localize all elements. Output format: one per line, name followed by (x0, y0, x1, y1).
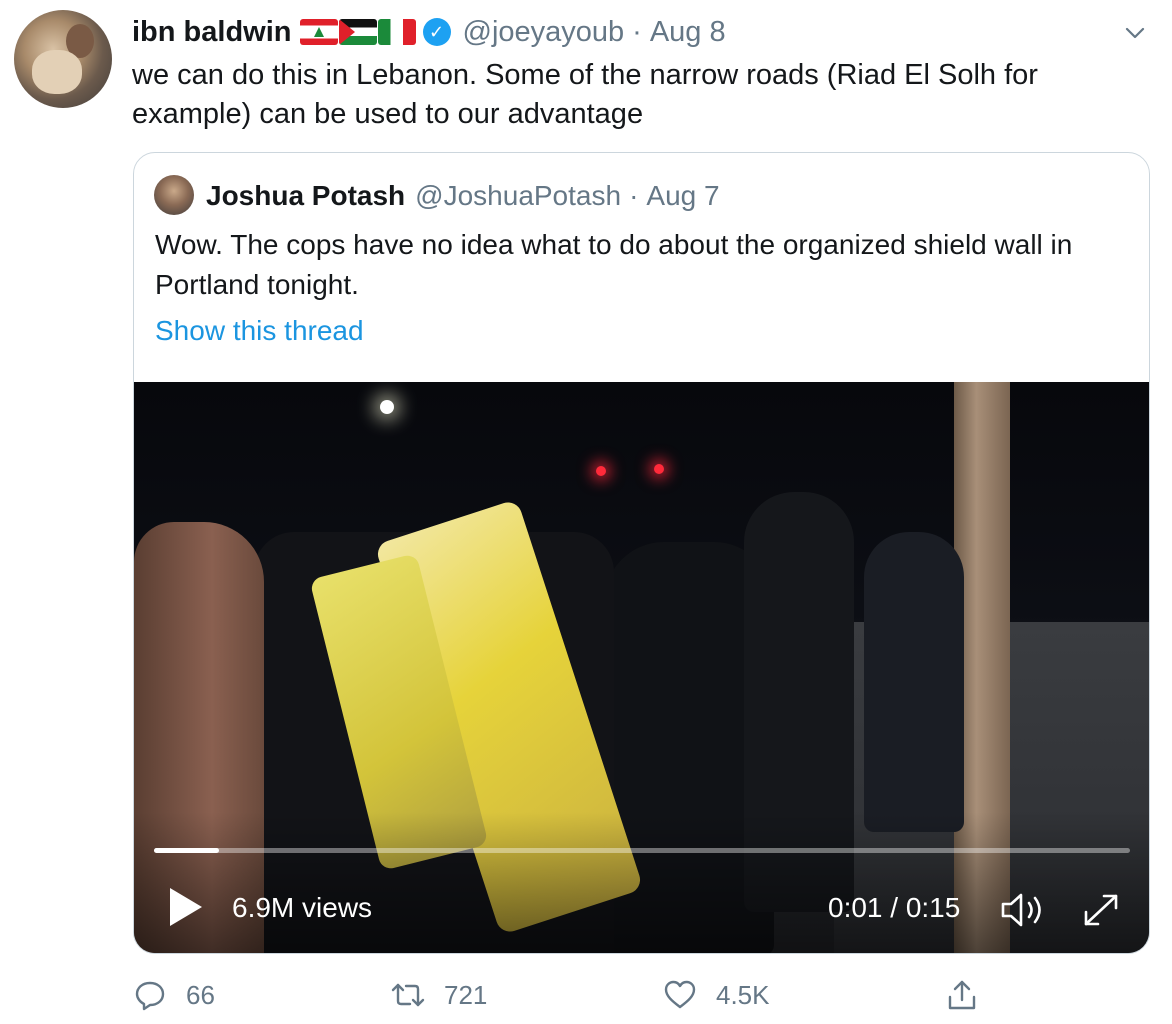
video-bottom-shade (134, 812, 1149, 953)
like-button[interactable]: 4.5K (662, 972, 770, 1018)
palestine-flag-icon (338, 19, 377, 45)
reply-button[interactable]: 66 (132, 972, 215, 1018)
author-handle[interactable]: @joeyayoub (463, 16, 625, 49)
video-progress-bar[interactable] (154, 848, 1130, 853)
avatar-dog (32, 50, 82, 94)
tweet-header: ibn baldwin ✓ @joeyayoub · Aug 8 (132, 12, 726, 52)
retweet-icon (391, 983, 425, 1007)
header-separator: · (632, 15, 642, 48)
video-police-figure (864, 532, 964, 832)
author-display-name[interactable]: ibn baldwin (132, 16, 292, 49)
quoted-tweet-header: Joshua Potash @JoshuaPotash · Aug 7 (206, 177, 720, 215)
video-player[interactable]: 6.9M views 0:01 / 0:15 (134, 382, 1149, 953)
retweet-count: 721 (444, 979, 488, 1010)
quoted-author-avatar[interactable] (154, 175, 194, 215)
play-icon[interactable] (170, 888, 202, 926)
tweet-date[interactable]: Aug 8 (650, 16, 726, 49)
quoted-header-separator: · (629, 180, 639, 211)
tweet-actions: 66 721 4.5K (132, 972, 992, 1018)
author-avatar[interactable] (14, 10, 112, 108)
video-time: 0:01 / 0:15 (828, 892, 961, 923)
tweet-text: we can do this in Lebanon. Some of the n… (132, 59, 1038, 130)
italy-flag-icon (377, 19, 416, 45)
like-count: 4.5K (716, 979, 770, 1010)
quoted-tweet-card[interactable]: Joshua Potash @JoshuaPotash · Aug 7 Wow.… (133, 152, 1150, 954)
fullscreen-icon[interactable] (1080, 890, 1122, 930)
video-red-light (654, 464, 664, 474)
flag-emojis (299, 19, 417, 45)
quoted-author-display-name[interactable]: Joshua Potash (206, 180, 405, 212)
retweet-button[interactable]: 721 (390, 972, 487, 1018)
video-progress-fill (154, 848, 220, 853)
reply-icon (135, 981, 165, 1011)
quoted-author-handle[interactable]: @JoshuaPotash (415, 180, 621, 212)
video-view-count: 6.9M views (232, 892, 373, 923)
share-icon (948, 980, 976, 1010)
quoted-tweet-text: Wow. The cops have no idea what to do ab… (155, 229, 1073, 300)
share-button[interactable] (944, 972, 980, 1018)
heart-icon (664, 980, 696, 1009)
video-red-light (596, 466, 606, 476)
show-thread-link[interactable]: Show this thread (155, 315, 364, 347)
volume-icon[interactable] (999, 890, 1047, 930)
lebanon-flag-icon (299, 19, 338, 45)
video-street-light (380, 400, 394, 414)
quoted-tweet-date[interactable]: Aug 7 (646, 180, 719, 212)
chevron-down-icon[interactable] (1120, 18, 1150, 48)
verified-badge-icon: ✓ (422, 18, 451, 46)
reply-count: 66 (186, 979, 215, 1010)
